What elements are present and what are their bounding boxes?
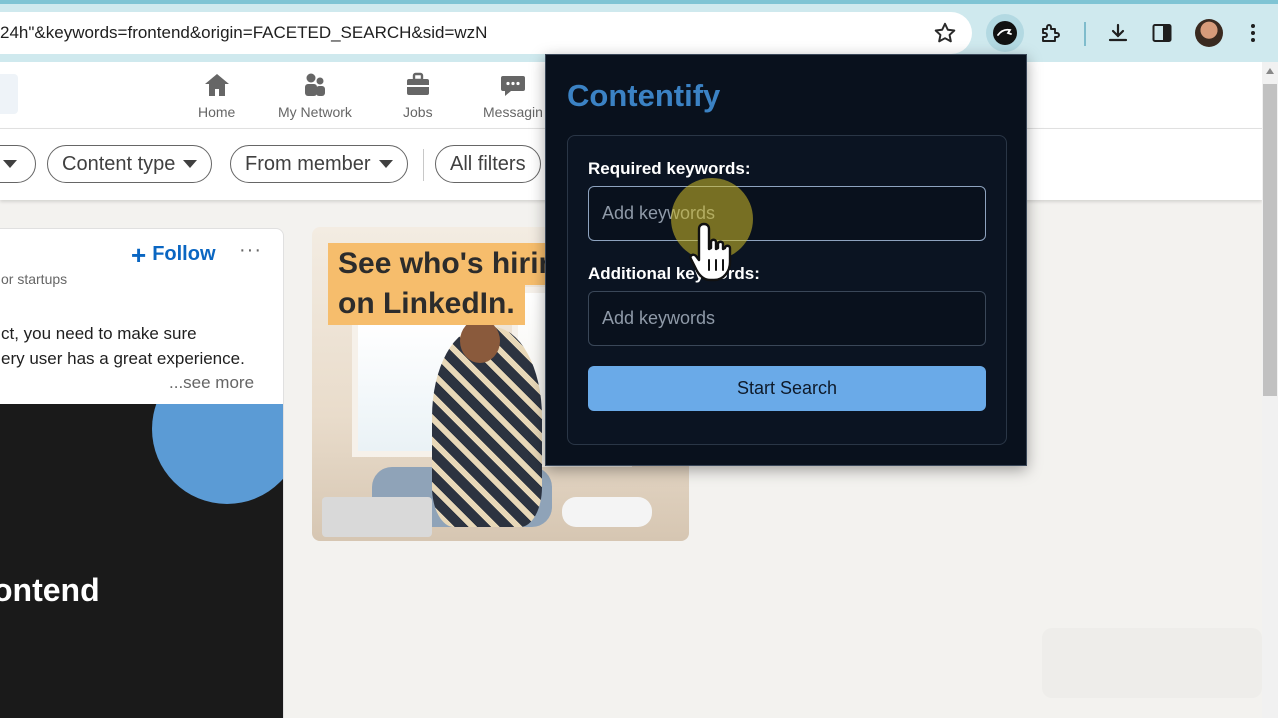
browser-menu-button[interactable] [1234,14,1272,52]
filter-all-filters-label: All filters [450,152,526,175]
scrollbar-thumb[interactable] [1263,84,1277,396]
network-icon [304,73,325,96]
nav-messaging-label: Messagin [483,104,543,120]
filter-pill-partial[interactable] [0,145,36,183]
post-card: + Follow ··· or startups ct, you need to… [0,228,284,718]
more-options-icon[interactable]: ··· [239,239,262,262]
contentify-extension-icon [993,21,1017,45]
puzzle-icon [1042,24,1060,42]
side-panel-button[interactable] [1143,14,1181,52]
filter-divider [423,149,424,181]
download-icon [1108,23,1128,42]
menu-dots-icon [1251,24,1255,42]
start-search-button[interactable]: Start Search [588,366,986,411]
decorative-circle [152,404,283,504]
address-bar[interactable]: 24h"&keywords=frontend&origin=FACETED_SE… [0,12,972,54]
post-text-line: ct, you need to make sure [1,324,197,343]
nav-jobs[interactable]: Jobs [403,72,433,120]
follow-button[interactable]: + Follow [131,239,216,270]
messaging-overlay-faded [1042,628,1262,698]
search-box-stub[interactable] [0,74,18,114]
post-image-headline: ontend [0,572,100,608]
see-more-link[interactable]: ...see more [169,373,254,393]
briefcase-icon [406,72,429,95]
extensions-button[interactable] [1032,14,1070,52]
follow-label: Follow [152,243,216,265]
ad-headline-line2: on LinkedIn. [328,283,525,325]
filter-content-type-label: Content type [62,152,176,175]
filter-from-member-label: From member [245,152,371,175]
nav-home[interactable]: Home [198,72,235,120]
post-text: ct, you need to make sure ery user has a… [1,321,245,371]
avatar[interactable] [1195,19,1223,47]
messaging-icon [500,76,525,96]
required-keywords-input[interactable] [588,186,986,241]
contentify-popup: Contentify Required keywords: Additional… [545,54,1027,466]
filter-content-type[interactable]: Content type [47,145,213,183]
nav-home-label: Home [198,104,236,120]
chevron-down-icon [378,160,393,168]
plus-icon: + [131,239,147,270]
home-icon [204,74,229,96]
scroll-up-arrow-icon[interactable] [1266,68,1274,74]
nav-messaging[interactable]: Messagin [483,72,543,120]
ad-photo-shoe [562,497,652,527]
toolbar-divider [1084,22,1086,46]
nav-jobs-label: Jobs [403,104,433,120]
ad-photo-head [460,319,500,363]
filter-from-member[interactable]: From member [230,145,408,183]
chevron-down-icon [183,160,198,168]
nav-my-network-label: My Network [278,104,352,120]
additional-keywords-input[interactable] [588,291,986,346]
ad-photo-laptop [322,497,432,537]
post-text-line: ery user has a great experience. [1,349,245,368]
post-author-subtitle: or startups [1,271,68,287]
popup-title: Contentify [567,78,721,113]
keyword-form: Required keywords: Additional keywords: … [567,135,1007,445]
downloads-button[interactable] [1099,14,1137,52]
contentify-extension-button[interactable] [986,14,1024,52]
post-image[interactable]: ontend [0,404,283,718]
required-keywords-label: Required keywords: [588,159,751,178]
chevron-down-icon [3,160,17,168]
sidepanel-icon [1152,24,1172,42]
filter-all-filters[interactable]: All filters [435,145,541,183]
nav-my-network[interactable]: My Network [278,72,352,120]
star-icon[interactable] [932,20,958,46]
url-text[interactable]: 24h"&keywords=frontend&origin=FACETED_SE… [0,12,487,54]
hand-cursor-icon [689,222,732,282]
